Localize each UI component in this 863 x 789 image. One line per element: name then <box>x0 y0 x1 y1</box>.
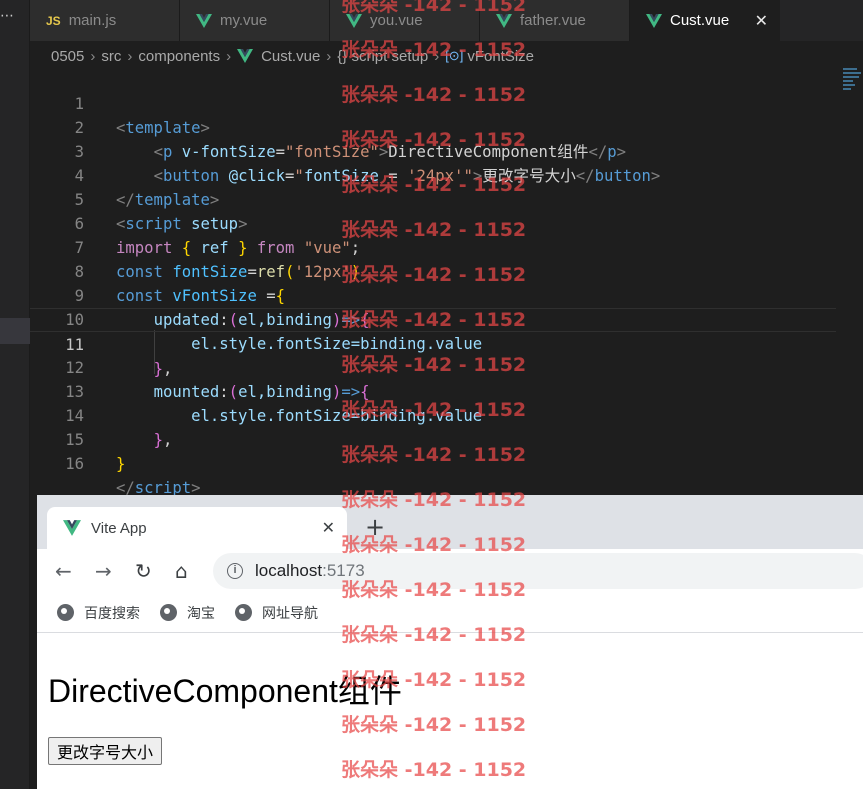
code-line[interactable]: 6 import { ref } from "vue"; <box>30 188 836 257</box>
code-line[interactable]: 12 mounted:(el,binding)=>{ <box>30 332 836 401</box>
url-host: localhost <box>255 561 323 580</box>
browser-tab-title: Vite App <box>91 519 147 537</box>
code-line[interactable]: 8 const vFontSize ={ <box>30 236 836 305</box>
code-line[interactable]: 14 }, <box>30 380 836 449</box>
globe-icon <box>160 604 177 621</box>
activity-selection <box>0 318 30 344</box>
chevron-right-icon: › <box>434 47 440 65</box>
line-number: 16 <box>65 455 84 473</box>
globe-icon <box>57 604 74 621</box>
url-port: :5173 <box>322 561 365 580</box>
code-text: } <box>116 455 126 473</box>
minimap[interactable] <box>843 66 863 106</box>
new-tab-icon[interactable]: + <box>365 513 385 541</box>
js-file-icon: JS <box>46 13 61 28</box>
browser-window: Vite App ✕ + ← → ↻ ⌂ i localhost:5173 百度… <box>37 495 863 789</box>
close-icon[interactable]: ✕ <box>755 11 768 31</box>
vue-file-icon <box>496 13 512 28</box>
breadcrumb: 0505 › src › components › Cust.vue › {} … <box>30 41 863 71</box>
vue-file-icon <box>196 13 212 28</box>
code-line[interactable]: 16 </script> <box>30 428 836 497</box>
chevron-right-icon: › <box>90 47 96 65</box>
vue-file-icon <box>646 13 662 28</box>
back-icon[interactable]: ← <box>55 559 72 583</box>
tab-you-vue[interactable]: you.vue <box>330 0 480 41</box>
vue-file-icon <box>237 49 254 63</box>
directive-paragraph: DirectiveComponent组件 <box>48 673 402 709</box>
bookmark-nav[interactable]: 网址导航 <box>235 603 318 623</box>
code-line[interactable]: 3 <button @click="fontSize = '24px'">更改字… <box>30 116 836 185</box>
forward-icon[interactable]: → <box>95 559 112 583</box>
info-icon[interactable]: i <box>227 563 243 579</box>
tab-label: you.vue <box>370 12 423 29</box>
tab-label: Cust.vue <box>670 12 730 29</box>
code-line[interactable]: 7 const fontSize=ref('12px') <box>30 212 836 281</box>
tab-cust-vue[interactable]: Cust.vue ✕ <box>630 0 780 41</box>
code-line[interactable]: 2 <p v-fontSize="fontSize">DirectiveComp… <box>30 92 836 161</box>
browser-toolbar: ← → ↻ ⌂ i localhost:5173 <box>37 549 863 593</box>
breadcrumb-item[interactable]: {} script setup <box>337 48 428 65</box>
code-line[interactable]: 15 } <box>30 404 836 473</box>
tab-main-js[interactable]: JS main.js <box>30 0 180 41</box>
address-bar[interactable]: i localhost:5173 <box>213 553 863 589</box>
code-line[interactable]: 10 el.style.fontSize=binding.value <box>30 284 836 353</box>
chevron-right-icon: › <box>127 47 133 65</box>
code-line[interactable]: 4 </template> <box>30 140 836 209</box>
bookmarks-bar: 百度搜索 淘宝 网址导航 <box>37 593 863 633</box>
more-actions-icon[interactable]: ⋯ <box>0 8 15 24</box>
code-line[interactable]: 9 updated:(el,binding)=>{ <box>30 260 836 329</box>
close-icon[interactable]: ✕ <box>322 518 335 538</box>
globe-icon <box>235 604 252 621</box>
chevron-right-icon: › <box>226 47 232 65</box>
home-icon[interactable]: ⌂ <box>175 559 188 583</box>
tab-father-vue[interactable]: father.vue <box>480 0 630 41</box>
bookmark-label: 百度搜索 <box>84 604 140 621</box>
browser-tab-strip: Vite App ✕ + <box>37 495 863 549</box>
code-line-current[interactable]: 11 }, <box>30 308 836 378</box>
vue-logo-icon <box>63 520 81 536</box>
vue-file-icon <box>346 13 362 28</box>
breadcrumb-item[interactable]: src <box>101 48 121 65</box>
chevron-right-icon: › <box>326 47 332 65</box>
breadcrumb-item[interactable]: components <box>138 48 220 65</box>
code-line[interactable]: 5 <script setup> <box>30 164 836 233</box>
tab-label: my.vue <box>220 12 268 29</box>
browser-tab[interactable]: Vite App ✕ <box>47 507 347 549</box>
code-line[interactable]: 13 el.style.fontSize=binding.value <box>30 356 836 425</box>
activity-bar: ⋯ <box>0 0 30 789</box>
tab-label: main.js <box>68 12 117 29</box>
change-font-size-button[interactable]: 更改字号大小 <box>48 737 163 765</box>
breadcrumb-item[interactable]: 0505 <box>51 48 84 65</box>
bookmark-label: 淘宝 <box>187 604 215 621</box>
property-icon: [⊙] <box>445 48 464 63</box>
reload-icon[interactable]: ↻ <box>135 559 152 583</box>
tab-label: father.vue <box>520 12 586 29</box>
tab-my-vue[interactable]: my.vue <box>180 0 330 41</box>
editor-tab-bar: JS main.js my.vue you.vue father.vue Cus… <box>30 0 863 41</box>
bookmark-baidu[interactable]: 百度搜索 <box>57 603 140 623</box>
bookmark-label: 网址导航 <box>262 604 318 621</box>
code-editor[interactable]: 1 <template> 2 <p v-fontSize="fontSize">… <box>30 68 863 497</box>
breadcrumb-item[interactable]: vFontSize <box>467 48 534 65</box>
page-content: DirectiveComponent组件 更改字号大小 <box>37 634 863 789</box>
breadcrumb-item[interactable]: Cust.vue <box>261 48 320 65</box>
bookmark-taobao[interactable]: 淘宝 <box>160 603 215 623</box>
code-line[interactable]: 1 <template> <box>30 68 836 137</box>
